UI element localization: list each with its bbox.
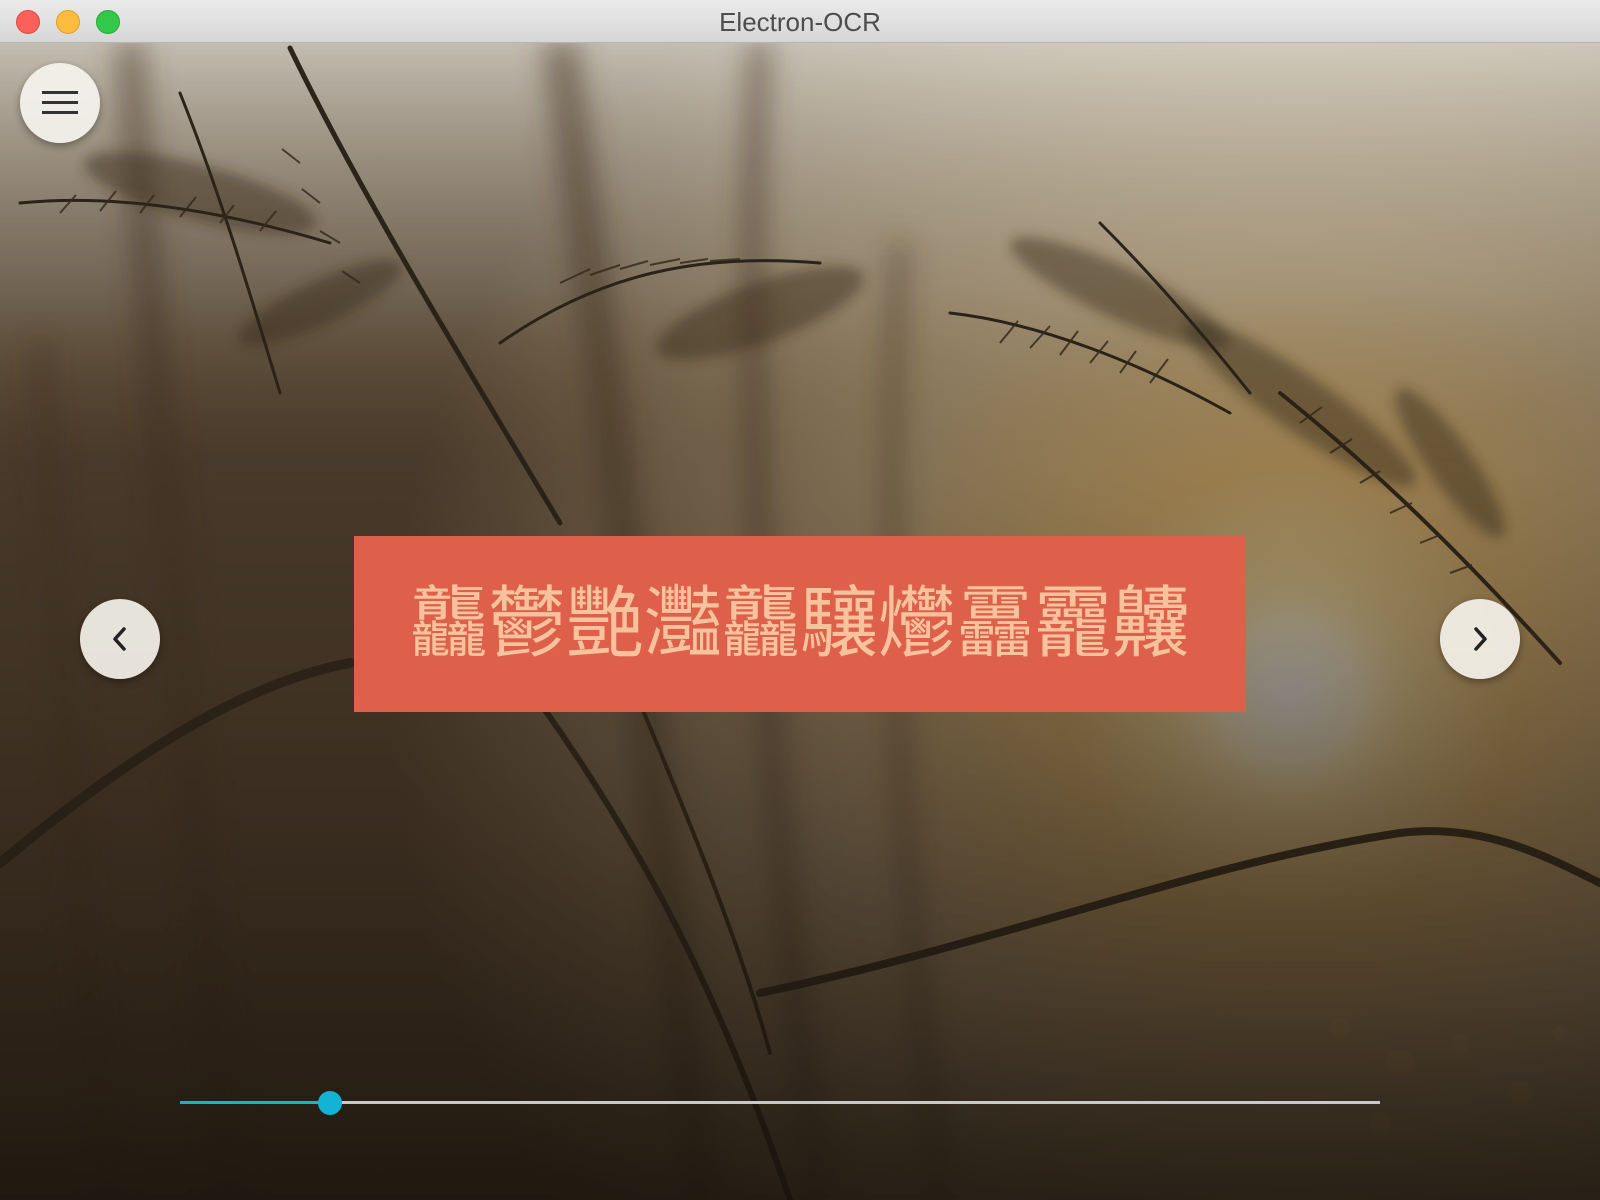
window-title: Electron-OCR [719, 7, 881, 37]
menu-button[interactable] [20, 63, 100, 143]
banner-text: 龘鬱艷灩龘驤爩靐龗齉 [409, 579, 1190, 669]
slideshow-area: 龘鬱艷灩龘驤爩靐龗齉 [0, 43, 1600, 1200]
app-window: Electron-OCR 龘鬱艷灩龘驤爩靐龗齉 [0, 0, 1600, 1200]
ocr-text-banner: 龘鬱艷灩龘驤爩靐龗齉 [354, 536, 1246, 712]
slider-thumb[interactable] [318, 1091, 342, 1115]
progress-slider[interactable] [180, 1087, 1380, 1119]
chevron-left-icon [113, 627, 126, 651]
chevron-right-icon [1474, 627, 1487, 651]
title-bar[interactable]: Electron-OCR [0, 0, 1600, 43]
slider-fill [180, 1101, 330, 1104]
slider-track[interactable] [180, 1101, 1380, 1104]
next-button[interactable] [1440, 599, 1520, 679]
previous-button[interactable] [80, 599, 160, 679]
hamburger-menu-icon [42, 91, 78, 114]
